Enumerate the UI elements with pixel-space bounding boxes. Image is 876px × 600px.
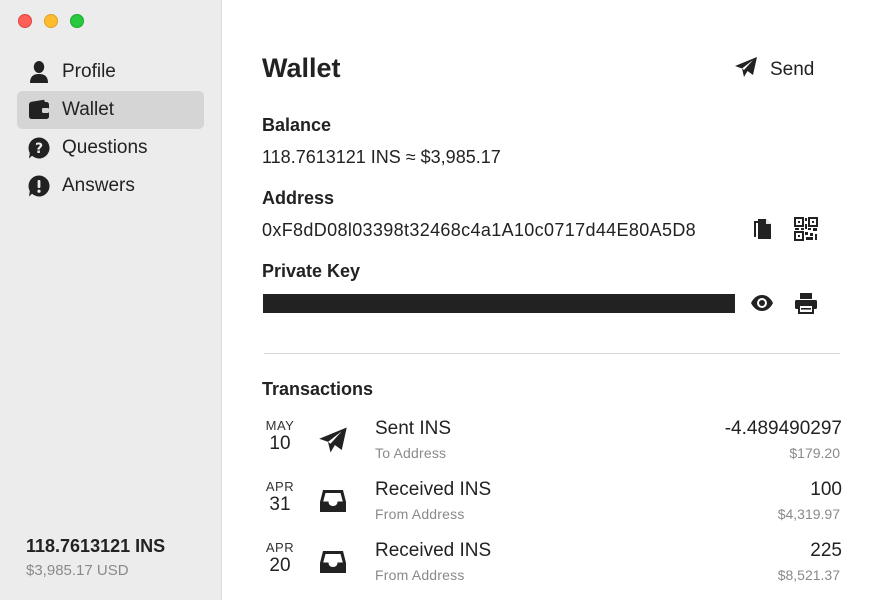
transaction-usd: $8,521.37 xyxy=(777,567,840,583)
private-key-label: Private Key xyxy=(262,261,361,281)
exclamation-icon xyxy=(27,174,51,198)
sidebar-balance: 118.7613121 INS $3,985.17 USD xyxy=(26,536,165,579)
transaction-name: Sent INS xyxy=(375,418,452,439)
sidebar-item-questions[interactable]: ? Questions xyxy=(17,129,204,167)
sidebar-item-wallet[interactable]: Wallet xyxy=(17,91,204,129)
send-button[interactable]: Send xyxy=(734,56,814,83)
sidebar-item-label: Profile xyxy=(62,61,116,82)
transaction-amount: 100 xyxy=(810,479,842,500)
address-value: 0xF8dD08l03398t32468c4a1A10c0717d44E80A5… xyxy=(262,220,697,240)
transactions-label: Transactions xyxy=(262,379,374,399)
transaction-row[interactable]: APR 31 Received INS From Address 100 $4,… xyxy=(262,479,842,537)
transaction-row[interactable]: APR 20 Received INS From Address 225 $8,… xyxy=(262,540,842,598)
transaction-usd: $179.20 xyxy=(789,445,840,461)
transaction-sub: To Address xyxy=(375,445,447,461)
transaction-day: 31 xyxy=(269,494,291,515)
sidebar-balance-ins: 118.7613121 INS xyxy=(26,536,166,556)
send-icon xyxy=(734,56,758,83)
balance-label: Balance xyxy=(262,115,332,135)
qr-code-icon[interactable] xyxy=(793,216,819,242)
transaction-day: 20 xyxy=(269,555,291,576)
transaction-month: MAY xyxy=(265,418,295,433)
transaction-amount: 225 xyxy=(810,540,842,561)
transaction-amount: -4.489490297 xyxy=(724,418,842,439)
transaction-month: APR xyxy=(265,479,295,494)
sidebar: Profile Wallet ? Questions Answers 118.7… xyxy=(0,0,222,600)
question-icon: ? xyxy=(27,136,51,160)
window-controls xyxy=(18,14,84,28)
sidebar-item-label: Wallet xyxy=(62,99,115,120)
sidebar-balance-usd: $3,985.17 USD xyxy=(26,562,129,579)
address-label: Address xyxy=(262,188,335,208)
inbox-icon xyxy=(317,546,349,578)
main-panel: Wallet Send Balance 118.7613121 INS ≈ $3… xyxy=(262,0,852,600)
balance-value: 118.7613121 INS ≈ $3,985.17 xyxy=(262,147,501,167)
sidebar-item-answers[interactable]: Answers xyxy=(17,167,204,205)
sidebar-item-profile[interactable]: Profile xyxy=(17,53,204,91)
transaction-row[interactable]: MAY 10 Sent INS To Address -4.489490297 … xyxy=(262,418,842,476)
transaction-sub: From Address xyxy=(375,506,465,522)
minimize-window-button[interactable] xyxy=(44,14,58,28)
sidebar-item-label: Questions xyxy=(62,137,148,158)
transaction-name: Received INS xyxy=(375,479,492,500)
sidebar-nav: Profile Wallet ? Questions Answers xyxy=(17,53,204,205)
eye-icon[interactable] xyxy=(749,290,775,316)
page-title: Wallet xyxy=(262,53,341,83)
send-button-label: Send xyxy=(770,58,815,80)
transaction-month: APR xyxy=(265,540,295,555)
private-key-masked xyxy=(263,294,735,313)
close-window-button[interactable] xyxy=(18,14,32,28)
transaction-usd: $4,319.97 xyxy=(777,506,840,522)
zoom-window-button[interactable] xyxy=(70,14,84,28)
print-icon[interactable] xyxy=(793,290,819,316)
transaction-day: 10 xyxy=(269,433,291,454)
sidebar-item-label: Answers xyxy=(62,175,135,196)
section-divider xyxy=(264,353,840,354)
inbox-icon xyxy=(317,485,349,517)
send-icon xyxy=(317,424,349,456)
person-icon xyxy=(27,60,51,84)
wallet-icon xyxy=(27,98,51,122)
svg-text:?: ? xyxy=(35,141,43,157)
transaction-sub: From Address xyxy=(375,567,465,583)
transaction-name: Received INS xyxy=(375,540,492,561)
copy-icon[interactable] xyxy=(749,216,775,242)
